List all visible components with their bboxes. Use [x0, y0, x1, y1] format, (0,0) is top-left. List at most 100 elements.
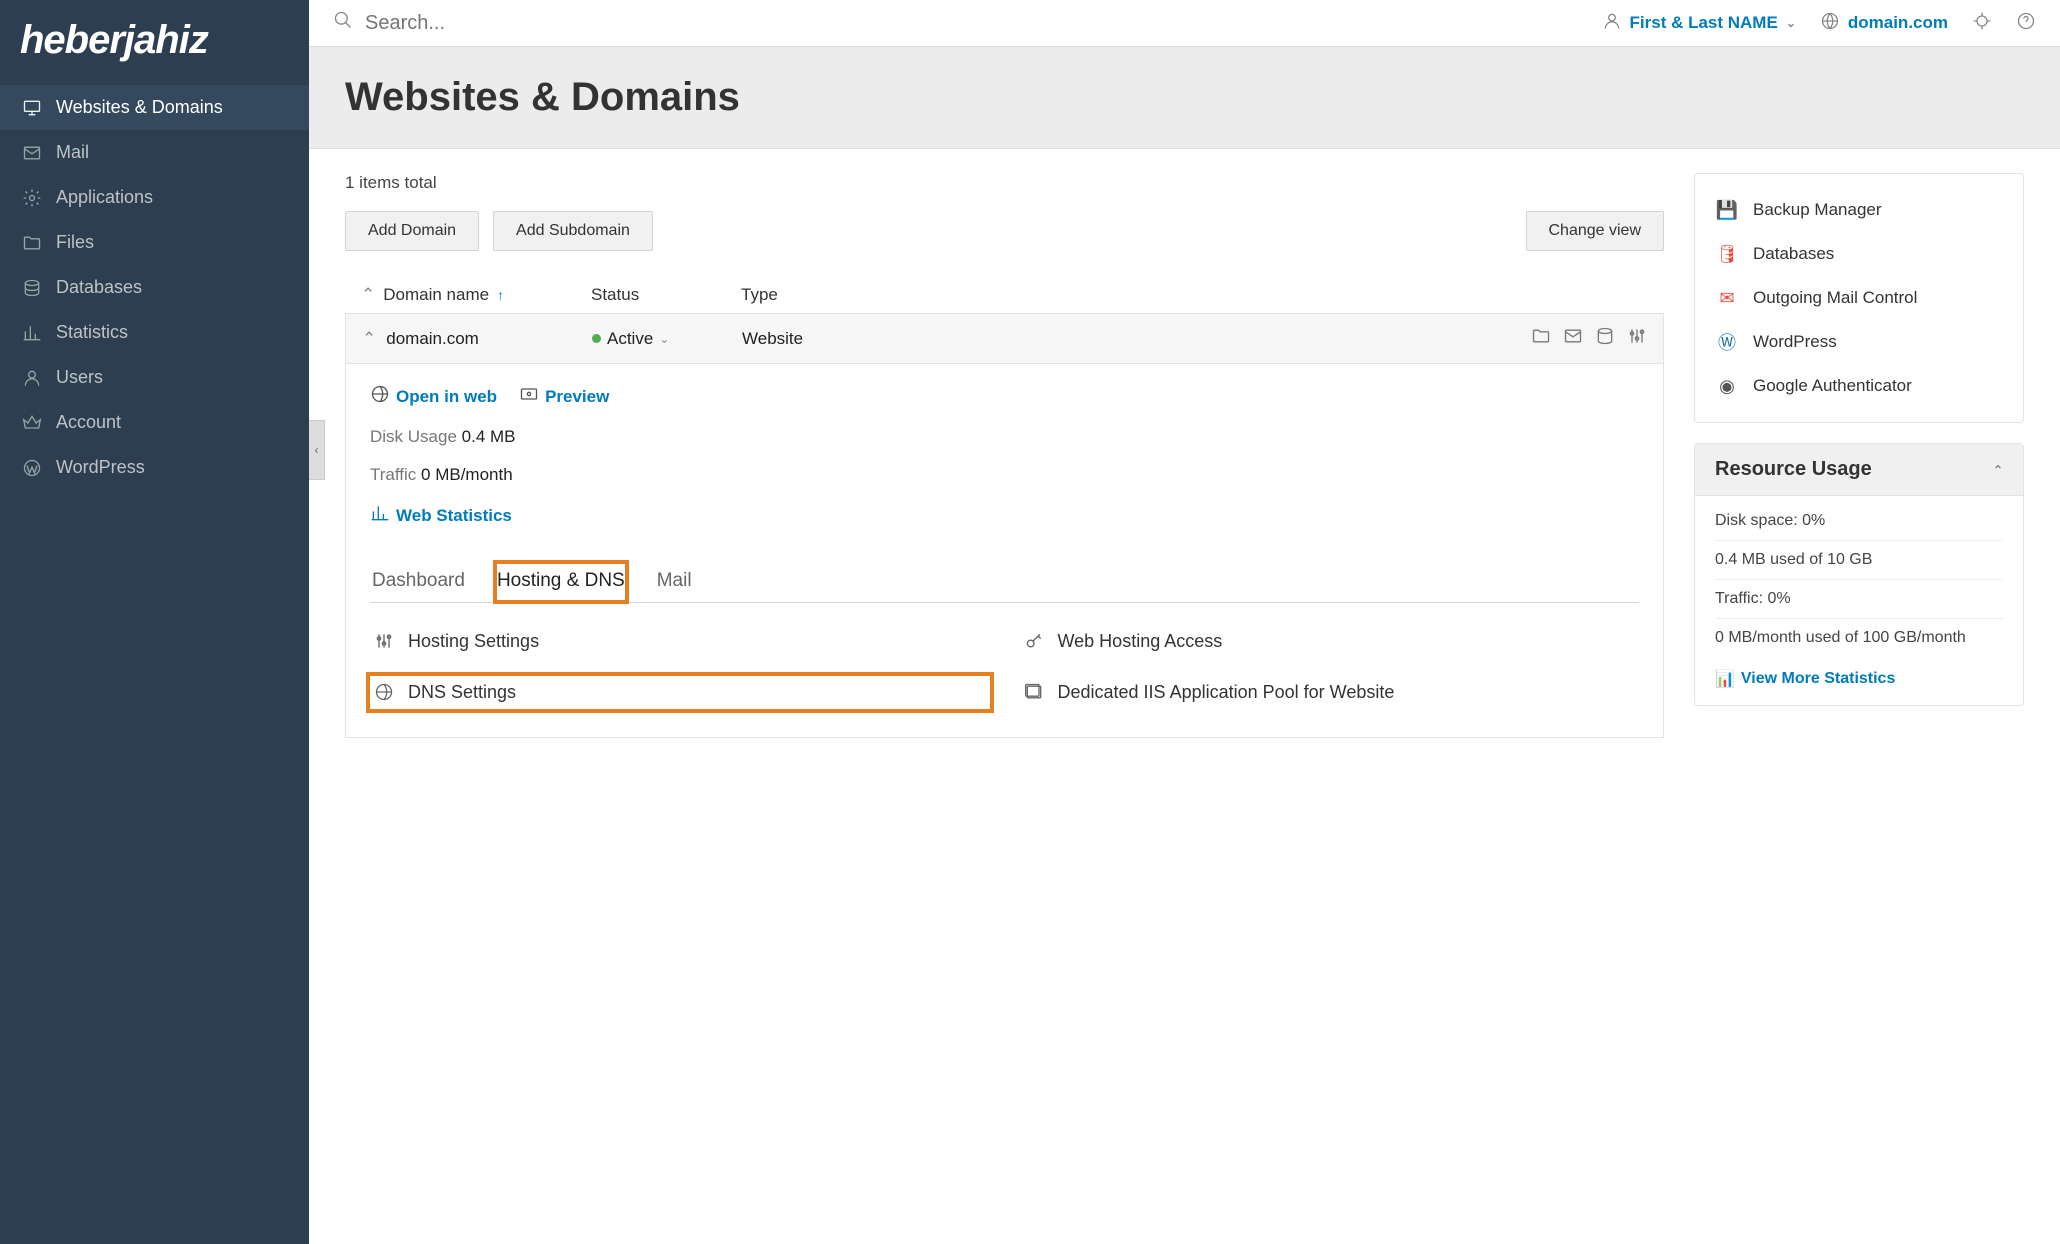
wordpress-link[interactable]: Ⓦ WordPress	[1695, 320, 2023, 364]
bars-icon	[370, 503, 390, 528]
sliders-icon	[374, 631, 396, 651]
google-authenticator-link[interactable]: ◉ Google Authenticator	[1695, 364, 2023, 408]
database-icon[interactable]	[1595, 326, 1615, 351]
side-panel: 💾 Backup Manager 🛢 Databases ✉ Outgoing …	[1694, 173, 2024, 738]
tools-card: 💾 Backup Manager 🛢 Databases ✉ Outgoing …	[1694, 173, 2024, 423]
user-icon	[1602, 11, 1622, 36]
hosting-settings-link[interactable]: Hosting Settings	[370, 625, 990, 658]
domain-menu[interactable]: domain.com	[1820, 11, 1948, 36]
wordpress-icon: Ⓦ	[1715, 330, 1739, 354]
preview-icon	[519, 384, 539, 409]
window-icon	[1024, 682, 1046, 702]
sidebar-item-label: Users	[56, 367, 103, 388]
search-wrap	[333, 10, 625, 36]
mail-icon: ✉	[1715, 286, 1739, 310]
sidebar-item-label: Mail	[56, 142, 89, 163]
help-icon[interactable]	[2016, 11, 2036, 36]
preview-link[interactable]: Preview	[519, 384, 609, 409]
open-in-web-link[interactable]: Open in web	[370, 384, 497, 409]
view-more-statistics-link[interactable]: 📊 View More Statistics	[1715, 669, 1895, 689]
web-statistics-link[interactable]: Web Statistics	[370, 503, 512, 528]
tab-dashboard[interactable]: Dashboard	[370, 562, 467, 602]
resource-usage-header[interactable]: Resource Usage ⌃	[1695, 444, 2023, 496]
sidebar: heberjahiz Websites & Domains Mail Appli…	[0, 0, 309, 1244]
database-icon	[20, 278, 44, 298]
expand-toggle-icon[interactable]: ⌃	[362, 329, 376, 349]
brand-logo: heberjahiz	[0, 0, 309, 85]
wordpress-icon	[20, 458, 44, 478]
outgoing-mail-link[interactable]: ✉ Outgoing Mail Control	[1695, 276, 2023, 320]
brand-name: heberjahiz	[20, 18, 208, 62]
domain-status: Active	[607, 329, 653, 349]
sidebar-item-label: Databases	[56, 277, 142, 298]
domain-row[interactable]: ⌃ domain.com Active ⌄ Website	[345, 313, 1664, 364]
bug-icon[interactable]	[1972, 11, 1992, 36]
disk-space-label: Disk space: 0%	[1715, 502, 2003, 541]
folder-icon	[20, 233, 44, 253]
search-icon	[333, 10, 353, 36]
table-header: ⌃ Domain name ↑ Status Type	[345, 277, 1664, 313]
items-total: 1 items total	[345, 173, 1664, 193]
user-menu[interactable]: First & Last NAME ⌄	[1602, 11, 1796, 36]
topbar: First & Last NAME ⌄ domain.com	[309, 0, 2060, 47]
key-icon	[1024, 631, 1046, 651]
web-hosting-access-link[interactable]: Web Hosting Access	[1020, 625, 1640, 658]
sidebar-item-label: Websites & Domains	[56, 97, 223, 118]
files-icon[interactable]	[1531, 326, 1551, 351]
sidebar-item-label: WordPress	[56, 457, 145, 478]
chart-icon: 📊	[1715, 669, 1735, 689]
sidebar-collapse-handle[interactable]: ‹	[309, 420, 325, 480]
tab-mail[interactable]: Mail	[655, 562, 694, 602]
disk-usage-value: 0.4 MB	[462, 427, 516, 446]
add-domain-button[interactable]: Add Domain	[345, 211, 479, 251]
change-view-button[interactable]: Change view	[1526, 211, 1665, 251]
backup-icon: 💾	[1715, 198, 1739, 222]
settings-icon[interactable]	[1627, 326, 1647, 351]
dedicated-iis-link[interactable]: Dedicated IIS Application Pool for Websi…	[1020, 676, 1640, 709]
sort-asc-icon[interactable]: ↑	[497, 287, 504, 303]
search-input[interactable]	[365, 12, 625, 35]
page-title: Websites & Domains	[345, 75, 2024, 120]
dns-settings-link[interactable]: DNS Settings	[370, 676, 990, 709]
col-type[interactable]: Type	[741, 285, 1648, 305]
traffic-label: Traffic	[370, 465, 416, 484]
sidebar-item-mail[interactable]: Mail	[0, 130, 309, 175]
gear-icon	[20, 188, 44, 208]
page-header: Websites & Domains	[309, 47, 2060, 149]
mail-icon	[20, 143, 44, 163]
sidebar-item-wordpress[interactable]: WordPress	[0, 445, 309, 490]
disk-space-detail: 0.4 MB used of 10 GB	[1715, 541, 2003, 580]
domain-detail: Open in web Preview Disk Usage 0.4 MB Tr…	[345, 364, 1664, 738]
main: First & Last NAME ⌄ domain.com Websites …	[309, 0, 2060, 1244]
sidebar-item-label: Account	[56, 412, 121, 433]
chevron-down-icon: ⌄	[1786, 16, 1796, 30]
sidebar-item-account[interactable]: Account	[0, 400, 309, 445]
user-name: First & Last NAME	[1630, 13, 1778, 33]
user-icon	[20, 368, 44, 388]
domain-type: Website	[742, 329, 1531, 349]
sidebar-item-label: Statistics	[56, 322, 128, 343]
sidebar-item-websites-domains[interactable]: Websites & Domains	[0, 85, 309, 130]
mail-icon[interactable]	[1563, 326, 1583, 351]
bars-icon	[20, 323, 44, 343]
sidebar-item-databases[interactable]: Databases	[0, 265, 309, 310]
collapse-all-icon[interactable]: ⌃	[361, 285, 375, 305]
globe-icon	[374, 682, 396, 702]
chevron-up-icon: ⌃	[1993, 463, 2003, 477]
add-subdomain-button[interactable]: Add Subdomain	[493, 211, 653, 251]
databases-link[interactable]: 🛢 Databases	[1695, 232, 2023, 276]
globe-icon	[370, 384, 390, 409]
sidebar-item-label: Applications	[56, 187, 153, 208]
chevron-down-icon[interactable]: ⌄	[659, 332, 669, 346]
col-domain-name[interactable]: Domain name	[383, 285, 489, 305]
sidebar-item-users[interactable]: Users	[0, 355, 309, 400]
backup-manager-link[interactable]: 💾 Backup Manager	[1695, 188, 2023, 232]
tab-hosting-dns[interactable]: Hosting & DNS	[495, 562, 627, 602]
disk-usage-label: Disk Usage	[370, 427, 457, 446]
sidebar-item-files[interactable]: Files	[0, 220, 309, 265]
col-status[interactable]: Status	[591, 285, 741, 305]
sidebar-item-applications[interactable]: Applications	[0, 175, 309, 220]
database-icon: 🛢	[1715, 242, 1739, 266]
sidebar-item-statistics[interactable]: Statistics	[0, 310, 309, 355]
domain-name: domain.com	[386, 329, 479, 349]
